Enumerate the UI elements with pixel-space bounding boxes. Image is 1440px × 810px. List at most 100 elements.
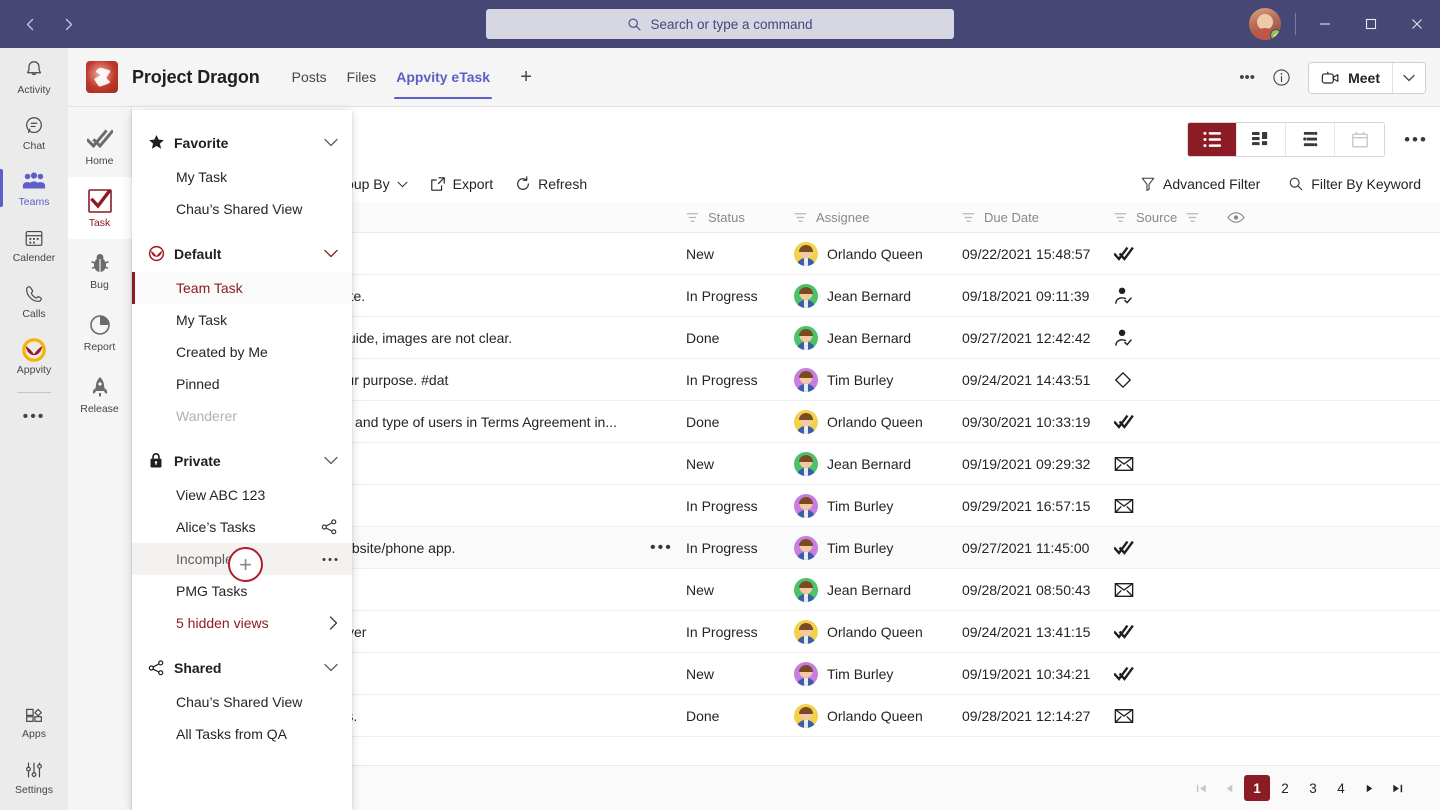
view-mode-board-button[interactable] (1237, 123, 1286, 156)
filter-icon[interactable] (794, 211, 807, 224)
rail-item-teams[interactable]: Teams (0, 160, 68, 216)
filter-icon[interactable] (1114, 211, 1127, 224)
view-group-label: Default (174, 246, 221, 262)
rail-item-apps[interactable]: Apps (0, 692, 68, 748)
view-item[interactable]: My Task (132, 161, 352, 193)
view-item[interactable]: My Task (132, 304, 352, 336)
info-icon[interactable] (1266, 63, 1296, 93)
meet-label: Meet (1348, 70, 1380, 86)
column-header-source[interactable]: Source (1114, 202, 1206, 233)
close-button[interactable] (1394, 0, 1440, 48)
view-item-label: Pinned (176, 376, 220, 392)
add-tab-button[interactable]: + (510, 61, 542, 93)
filter-icon[interactable] (1186, 211, 1199, 224)
module-item-home[interactable]: Home (68, 115, 132, 177)
advanced-filter-button[interactable]: Advanced Filter (1131, 169, 1269, 199)
module-item-task[interactable]: Task (68, 177, 132, 239)
view-item[interactable]: Chau’s Shared View (132, 193, 352, 225)
view-item[interactable]: Alice’s Tasks (132, 511, 352, 543)
view-group-private[interactable]: Private (132, 442, 352, 479)
rail-label-calender: Calender (13, 252, 56, 264)
view-item[interactable]: Chau’s Shared View (132, 686, 352, 718)
share-icon[interactable] (321, 519, 338, 535)
filter-by-keyword-button[interactable]: Filter By Keyword (1279, 169, 1430, 199)
rail-overflow-button[interactable]: ••• (0, 397, 68, 437)
person-check-icon (1114, 329, 1133, 347)
module-item-release[interactable]: Release (68, 363, 132, 425)
pagination-prev-button[interactable] (1216, 775, 1242, 801)
task-source-cell (1114, 569, 1206, 611)
team-more-button[interactable]: ••• (1232, 63, 1262, 93)
add-view-button[interactable]: + (228, 547, 263, 582)
chevron-down-icon[interactable] (324, 663, 338, 672)
back-button[interactable] (14, 8, 46, 40)
refresh-button[interactable]: Refresh (506, 169, 596, 199)
module-item-report[interactable]: Report (68, 301, 132, 363)
views-flyout-panel: FavoriteMy TaskChau’s Shared ViewDefault… (132, 110, 352, 810)
global-search[interactable]: Search or type a command (486, 9, 954, 39)
chevron-down-icon[interactable] (324, 138, 338, 147)
tab-posts[interactable]: Posts (282, 48, 337, 107)
view-item[interactable]: Team Task (132, 272, 352, 304)
double-check-icon (1114, 540, 1134, 556)
chevron-right-icon[interactable] (329, 616, 338, 630)
rail-item-calender[interactable]: Calender (0, 216, 68, 272)
view-item-label: PMG Tasks (176, 583, 247, 599)
task-visibility-cell (1206, 317, 1266, 359)
rail-item-activity[interactable]: Activity (0, 48, 68, 104)
user-avatar[interactable]: ✓ (1249, 8, 1281, 40)
column-header-assignee[interactable]: Assignee (794, 202, 962, 233)
tab-appvity-etask[interactable]: Appvity eTask (386, 48, 500, 107)
view-group-favorite[interactable]: Favorite (132, 124, 352, 161)
export-button[interactable]: Export (421, 169, 502, 199)
filter-icon[interactable] (686, 211, 699, 224)
row-more-button[interactable]: ••• (650, 539, 673, 557)
view-item[interactable]: Created by Me (132, 336, 352, 368)
chevron-down-icon[interactable] (324, 249, 338, 258)
pagination-page-2[interactable]: 2 (1272, 775, 1298, 801)
pagination-page-4[interactable]: 4 (1328, 775, 1354, 801)
rail-label-teams: Teams (19, 196, 50, 208)
view-group-default[interactable]: Default (132, 235, 352, 272)
rail-item-calls[interactable]: Calls (0, 272, 68, 328)
view-mode-calendar-button[interactable] (1335, 123, 1384, 156)
search-input[interactable]: Search or type a command (486, 9, 954, 39)
rail-item-settings[interactable]: Settings (0, 748, 68, 804)
module-item-bug[interactable]: Bug (68, 239, 132, 301)
app-rail: Activity Chat Teams Calender Calls (0, 48, 68, 810)
view-item[interactable]: 5 hidden views (132, 607, 352, 639)
pagination-next-button[interactable] (1356, 775, 1382, 801)
eye-icon[interactable] (1227, 211, 1245, 224)
task-assignee-cell: Jean Bernard (794, 443, 962, 485)
forward-button[interactable] (52, 8, 84, 40)
meet-button[interactable]: Meet (1309, 63, 1392, 93)
view-item[interactable]: All Tasks from QA (132, 718, 352, 750)
task-due-date-cell: 09/24/2021 13:41:15 (962, 611, 1114, 653)
task-due-date-cell: 09/27/2021 12:42:42 (962, 317, 1114, 359)
more-icon[interactable] (322, 557, 338, 562)
chevron-down-icon[interactable] (324, 456, 338, 465)
pagination-page-1[interactable]: 1 (1244, 775, 1270, 801)
column-header-visibility[interactable] (1206, 202, 1266, 233)
pagination-first-button[interactable] (1188, 775, 1214, 801)
toolbar-more-button[interactable]: ••• (1400, 129, 1432, 151)
bug-icon (88, 249, 112, 277)
view-item[interactable]: Pinned (132, 368, 352, 400)
view-group-spacer (132, 432, 352, 442)
view-item[interactable]: View ABC 123 (132, 479, 352, 511)
rail-item-appvity[interactable]: Appvity (0, 328, 68, 384)
view-group-shared[interactable]: Shared (132, 649, 352, 686)
maximize-button[interactable] (1348, 0, 1394, 48)
column-header-due-date[interactable]: Due Date (962, 202, 1114, 233)
view-mode-list-button[interactable] (1188, 123, 1237, 156)
rail-item-chat[interactable]: Chat (0, 104, 68, 160)
column-header-status[interactable]: Status (686, 202, 794, 233)
pagination-page-3[interactable]: 3 (1300, 775, 1326, 801)
tab-files[interactable]: Files (337, 48, 387, 107)
view-mode-gantt-button[interactable] (1286, 123, 1335, 156)
minimize-button[interactable] (1302, 0, 1348, 48)
filter-icon[interactable] (962, 211, 975, 224)
view-item[interactable]: Wanderer (132, 400, 352, 432)
pagination-last-button[interactable] (1384, 775, 1410, 801)
meet-dropdown-button[interactable] (1393, 63, 1425, 93)
